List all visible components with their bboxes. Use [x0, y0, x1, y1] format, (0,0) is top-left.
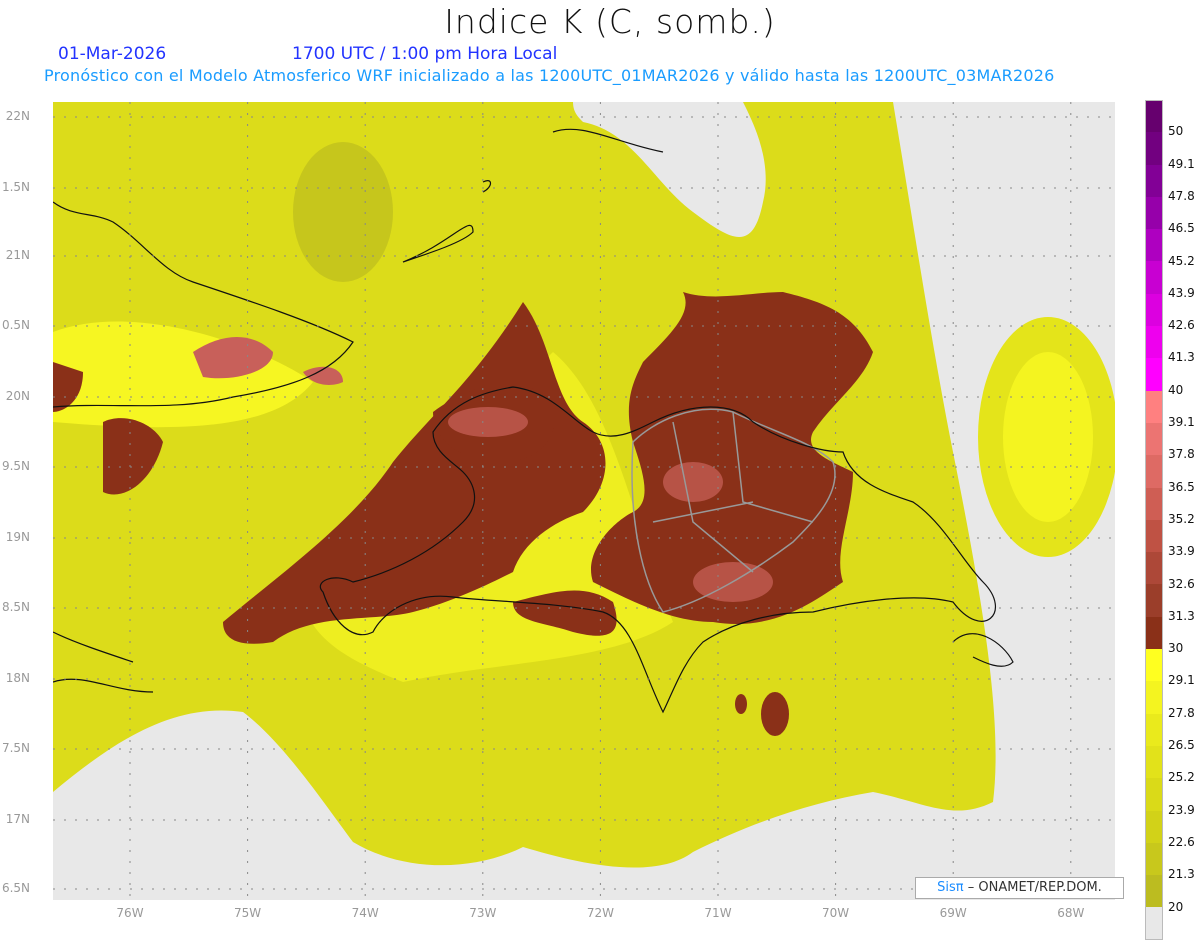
- colorbar-label: 27.8: [1168, 705, 1195, 720]
- colorbar-label: 33.9: [1168, 544, 1195, 559]
- colorbar-swatch: [1145, 487, 1163, 520]
- latitude-label: 6.5N: [1, 881, 30, 895]
- colorbar-swatch: [1145, 681, 1163, 714]
- colorbar-label: 49.1: [1168, 156, 1195, 171]
- colorbar-swatch: [1145, 293, 1163, 327]
- latitude-label: 8.5N: [1, 600, 30, 614]
- colorbar-swatch: [1145, 875, 1163, 908]
- colorbar-label: 22.6: [1168, 834, 1195, 849]
- colorbar-swatch: [1145, 649, 1163, 682]
- colorbar-swatch: [1145, 584, 1163, 617]
- colorbar-swatch: [1145, 229, 1163, 262]
- latitude-label: 19N: [5, 530, 30, 544]
- colorbar-label: 43.9: [1168, 285, 1195, 300]
- model-description: Pronóstico con el Modelo Atmosferico WRF…: [44, 66, 1055, 85]
- latitude-label: 20N: [5, 389, 30, 403]
- colorbar-label: 35.2: [1168, 511, 1195, 526]
- map-title: Indice K (C, somb.): [444, 2, 776, 41]
- colorbar-label: 30: [1168, 641, 1184, 656]
- colorbar: [1145, 100, 1163, 940]
- latitude-label: 9.5N: [1, 459, 30, 473]
- forecast-time: 1700 UTC / 1:00 pm Hora Local: [292, 44, 558, 64]
- colorbar-swatch: [1145, 132, 1163, 165]
- colorbar-label: 32.6: [1168, 576, 1195, 591]
- colorbar-label: 26.5: [1168, 738, 1195, 752]
- latitude-label: 1.5N: [1, 180, 30, 194]
- colorbar-label: 50: [1168, 124, 1184, 139]
- longitude-label: 71W: [704, 906, 732, 920]
- colorbar-swatch: [1145, 778, 1163, 811]
- k-index-map: [53, 102, 1115, 900]
- colorbar-swatch: [1145, 164, 1163, 197]
- latitude-label: 7.5N: [1, 741, 30, 755]
- colorbar-swatch: [1145, 842, 1163, 876]
- colorbar-swatch: [1145, 455, 1163, 488]
- colorbar-swatch: [1145, 552, 1163, 585]
- colorbar-swatch: [1145, 196, 1163, 230]
- longitude-label: 69W: [939, 906, 967, 920]
- colorbar-label: 37.8: [1168, 447, 1195, 462]
- colorbar-label: 39.1: [1168, 415, 1195, 429]
- colorbar-swatch: [1145, 745, 1163, 779]
- colorbar-swatch: [1145, 519, 1163, 553]
- latitude-label: 22N: [5, 109, 30, 123]
- colorbar-label: 21.3: [1168, 867, 1195, 882]
- colorbar-label: 46.5: [1168, 221, 1195, 236]
- colorbar-swatch: [1145, 390, 1163, 423]
- colorbar-label: 23.9: [1168, 802, 1195, 817]
- colorbar-label: 42.6: [1168, 318, 1195, 333]
- colorbar-label: 40: [1168, 382, 1184, 397]
- longitude-label: 70W: [822, 906, 850, 920]
- colorbar-label: 29.1: [1168, 673, 1195, 688]
- colorbar-label: 45.2: [1168, 253, 1195, 268]
- credit-text: – ONAMET/REP.DOM.: [967, 880, 1102, 895]
- longitude-label: 76W: [116, 906, 144, 920]
- sistpi-logo: Sisπ: [937, 880, 964, 895]
- colorbar-swatch: [1145, 616, 1163, 650]
- colorbar-swatch: [1145, 907, 1163, 940]
- latitude-label: 17N: [5, 812, 30, 826]
- colorbar-label: 47.8: [1168, 188, 1195, 203]
- latitude-label: 0.5N: [1, 318, 30, 332]
- colorbar-swatch: [1145, 100, 1163, 133]
- colorbar-swatch: [1145, 713, 1163, 746]
- longitude-label: 75W: [234, 906, 262, 920]
- colorbar-swatch: [1145, 422, 1163, 456]
- longitude-label: 68W: [1057, 906, 1085, 920]
- colorbar-label: 31.3: [1168, 608, 1195, 623]
- colorbar-label: 20: [1168, 899, 1184, 914]
- latitude-label: 21N: [5, 248, 30, 262]
- longitude-label: 74W: [351, 906, 379, 920]
- colorbar-label: 25.2: [1168, 770, 1195, 785]
- colorbar-swatch: [1145, 358, 1163, 391]
- credit-box: Sisπ – ONAMET/REP.DOM.: [915, 877, 1124, 899]
- colorbar-swatch: [1145, 326, 1163, 359]
- forecast-date: 01-Mar-2026: [58, 44, 167, 64]
- colorbar-swatch: [1145, 261, 1163, 294]
- longitude-label: 73W: [469, 906, 497, 920]
- colorbar-label: 41.3: [1168, 350, 1195, 365]
- longitude-label: 72W: [586, 906, 614, 920]
- colorbar-label: 36.5: [1168, 479, 1195, 494]
- colorbar-swatch: [1145, 810, 1163, 843]
- latitude-label: 18N: [5, 671, 30, 685]
